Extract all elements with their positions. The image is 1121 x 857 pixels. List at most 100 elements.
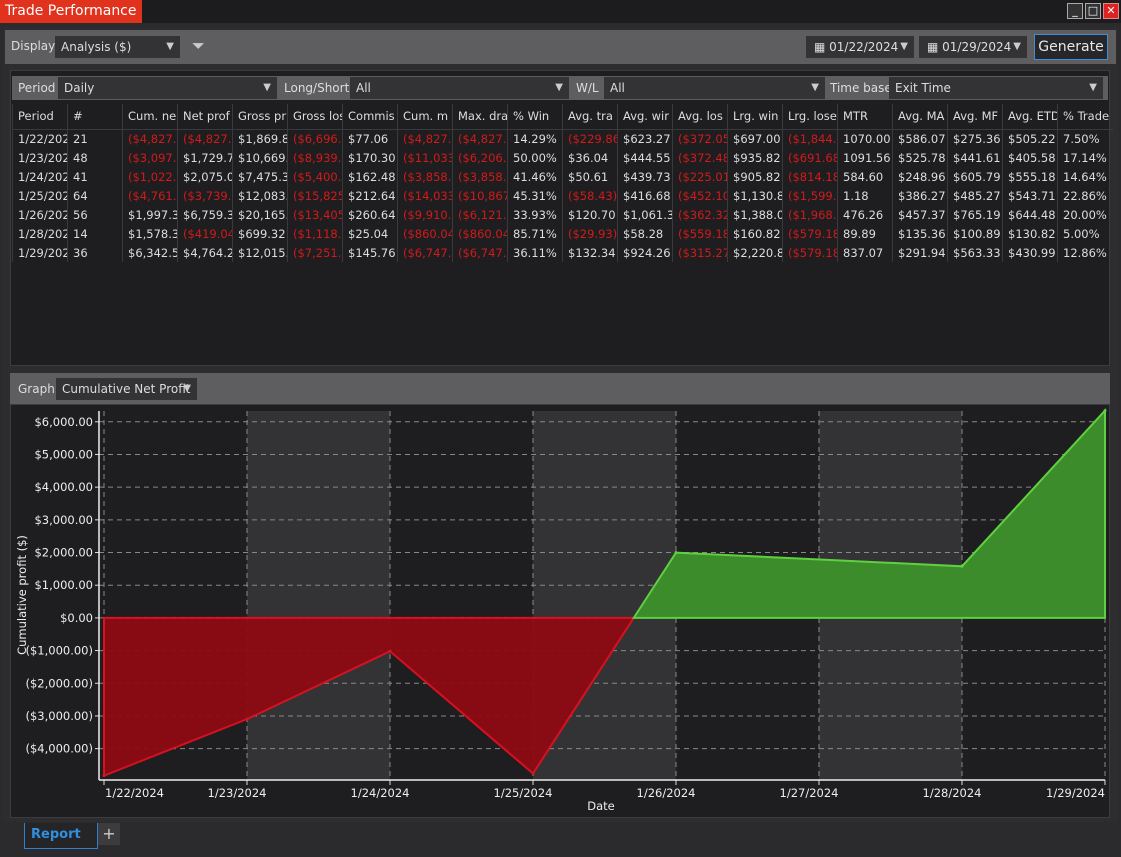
chevron-down-icon: ▼ xyxy=(1089,82,1097,93)
table-cell: $25.04 xyxy=(342,224,398,243)
column-header[interactable]: Period xyxy=(12,104,68,130)
table-row[interactable]: 1/26/202 56 $1,997.3 $6,759.3 $20,165. ($13,4… xyxy=(12,205,1113,224)
timebase-select[interactable]: Exit Time ▼ xyxy=(889,77,1103,99)
column-header[interactable]: Gross los xyxy=(287,104,343,130)
chart-panel: ($4,000.00) ($3,000.00) ($2,000.00) ($1,000… xyxy=(10,404,1110,818)
table-cell: $505.22 xyxy=(1002,129,1058,148)
column-header[interactable]: % Win xyxy=(507,104,563,130)
column-header[interactable]: MTR xyxy=(837,104,893,130)
table-cell: ($6,747.7 xyxy=(452,243,508,262)
table-row[interactable]: 1/23/20248($3,097.3$1,729.7$10,669.($8,9… xyxy=(12,148,1113,167)
table-cell: ($4,827.0 xyxy=(452,129,508,148)
column-header[interactable]: Avg. los xyxy=(672,104,728,130)
table-cell: $1,578.3 xyxy=(122,224,178,243)
table-cell: ($1,968.3 xyxy=(782,205,838,224)
table-cell: 1/25/202 xyxy=(12,186,68,205)
display-label: Display xyxy=(11,39,56,53)
wl-label: W/L xyxy=(576,81,599,95)
table-cell: 17.14% xyxy=(1057,148,1113,167)
table-cell: ($29.93) xyxy=(562,224,618,243)
wl-select[interactable]: All ▼ xyxy=(604,77,825,99)
table-cell: $4,764.2 xyxy=(177,243,233,262)
column-header[interactable]: Net prof xyxy=(177,104,233,130)
display-select[interactable]: Analysis ($) ▼ xyxy=(55,36,180,58)
table-cell: $444.55 xyxy=(617,148,673,167)
table-cell: $130.82 xyxy=(1002,224,1058,243)
column-header[interactable]: % Trade xyxy=(1057,104,1113,130)
table-cell: $1,130.8 xyxy=(727,186,783,205)
table-cell: 45.31% xyxy=(507,186,563,205)
table-cell: 584.60 xyxy=(837,167,893,186)
column-header[interactable]: Commis xyxy=(342,104,398,130)
table-cell: $77.06 xyxy=(342,129,398,148)
table-row[interactable]: 1/22/20221($4,827.0($4,827.0$1,869.8($6,… xyxy=(12,129,1113,148)
graph-label: Graph xyxy=(18,382,55,396)
y-tick-label: ($2,000.00) xyxy=(25,676,93,690)
longshort-value: All xyxy=(356,81,371,95)
x-axis-label: Date xyxy=(587,799,615,813)
column-header[interactable]: Cum. ne xyxy=(122,104,178,130)
table-cell: $36.04 xyxy=(562,148,618,167)
y-tick-label: $1,000.00 xyxy=(34,578,93,592)
table-cell: $12,083. xyxy=(232,186,288,205)
table-cell: $2,075.0 xyxy=(177,167,233,186)
table-cell: $1,869.8 xyxy=(232,129,288,148)
column-header[interactable]: Gross pr xyxy=(232,104,288,130)
table-cell: $2,220.8 xyxy=(727,243,783,262)
column-header[interactable]: Avg. tra xyxy=(562,104,618,130)
table-cell: ($225.01 xyxy=(672,167,728,186)
table-cell: 14.29% xyxy=(507,129,563,148)
table-cell: 7.50% xyxy=(1057,129,1113,148)
add-tab-button[interactable]: + xyxy=(98,823,120,845)
column-header[interactable]: Avg. ETD xyxy=(1002,104,1058,130)
minimize-button[interactable]: _ xyxy=(1067,3,1083,19)
close-button[interactable]: ✕ xyxy=(1103,3,1119,19)
table-cell: $7,475.3 xyxy=(232,167,288,186)
table-cell: $170.30 xyxy=(342,148,398,167)
x-tick-label: 1/28/2024 xyxy=(923,786,982,800)
column-header[interactable]: # xyxy=(67,104,123,130)
table-cell: $1,061.3 xyxy=(617,205,673,224)
graph-select[interactable]: Cumulative Net Profit ▼ xyxy=(56,378,197,400)
column-header[interactable]: Lrg. lose xyxy=(782,104,838,130)
longshort-select[interactable]: All ▼ xyxy=(350,77,569,99)
column-header[interactable]: Max. dra xyxy=(452,104,508,130)
table-cell: ($5,400. xyxy=(287,167,343,186)
table-cell: $405.58 xyxy=(1002,148,1058,167)
column-header[interactable]: Avg. MF xyxy=(947,104,1003,130)
table-cell: ($579.18 xyxy=(782,243,838,262)
table-cell: ($372.05 xyxy=(672,129,728,148)
toolbar: Display Analysis ($) ▼ ⏷ ▦ 01/22/2024 ▼ ▦ … xyxy=(5,30,1116,64)
y-tick-label: ($3,000.00) xyxy=(25,709,93,723)
column-header[interactable]: Avg. MA xyxy=(892,104,948,130)
table-cell: ($3,858.4 xyxy=(452,167,508,186)
column-header[interactable]: Avg. wir xyxy=(617,104,673,130)
table-cell: $212.64 xyxy=(342,186,398,205)
title-bar: Trade Performance _ □ ✕ xyxy=(0,0,1121,23)
table-cell: ($4,761.5 xyxy=(122,186,178,205)
table-row[interactable]: 1/24/20241($1,022.3$2,075.0$7,475.3($5,4… xyxy=(12,167,1113,186)
display-value: Analysis ($) xyxy=(61,40,132,54)
table-cell: ($9,910.3 xyxy=(397,205,453,224)
column-header[interactable]: Lrg. win xyxy=(727,104,783,130)
table-row[interactable]: 1/29/202 36 $6,342.5 $4,764.2 $12,015. ($7,25… xyxy=(12,243,1113,262)
period-select[interactable]: Daily ▼ xyxy=(58,77,277,99)
calendar-icon: ▦ xyxy=(927,40,943,54)
chevron-down-icon: ▼ xyxy=(1013,41,1021,52)
column-header[interactable]: Cum. m xyxy=(397,104,453,130)
table-cell: $563.33 xyxy=(947,243,1003,262)
end-date-picker[interactable]: ▦ 01/29/2024 ▼ xyxy=(919,36,1027,58)
start-date-picker[interactable]: ▦ 01/22/2024 ▼ xyxy=(806,36,914,58)
maximize-button[interactable]: □ xyxy=(1085,3,1101,19)
table-cell: ($7,251. xyxy=(287,243,343,262)
table-row[interactable]: 1/25/20264($4,761.5($3,739.8$12,083.($15… xyxy=(12,186,1113,205)
data-point xyxy=(102,774,106,778)
tab-report[interactable]: Report xyxy=(24,823,98,849)
generate-button[interactable]: Generate xyxy=(1034,34,1108,60)
filter-icon[interactable]: ⏷ xyxy=(192,36,205,56)
chevron-down-icon: ▼ xyxy=(555,82,563,93)
table-row[interactable]: 1/28/202 14 $1,578.3 ($419.04 $699.32 ($1,118… xyxy=(12,224,1113,243)
table-cell: $12,015. xyxy=(232,243,288,262)
table-cell: $135.36 xyxy=(892,224,948,243)
table-cell: ($6,747.3 xyxy=(397,243,453,262)
